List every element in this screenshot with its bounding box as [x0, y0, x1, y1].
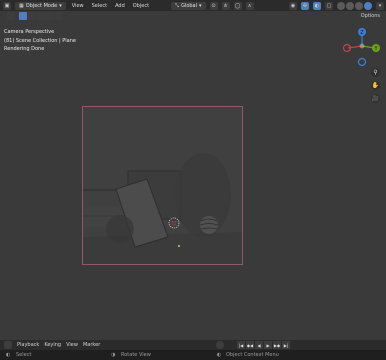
shading-solid-icon[interactable]: [346, 1, 354, 10]
mouse-right-icon: ◐: [217, 352, 222, 358]
select-mode-new-icon[interactable]: [19, 12, 27, 20]
object-mode-icon: ▦: [19, 2, 24, 9]
prev-key-icon[interactable]: ◆◀: [246, 341, 254, 349]
auto-keying-icon[interactable]: [216, 341, 224, 349]
shading-render-icon[interactable]: [364, 1, 372, 10]
select-mode-intersect-icon[interactable]: [55, 12, 63, 20]
collection-info: (81) Scene Collection | Plane: [4, 37, 76, 44]
timeline-header: Playback Keying View Marker |◀ ◆◀ ◀ ▶ ▶◆…: [0, 340, 386, 350]
viewport-header: ▣ ▦ Object Mode ▾ View Select Add Object…: [0, 0, 386, 11]
object-origin: [178, 245, 180, 247]
transform-orientation[interactable]: ⤡ Global ▾: [171, 1, 206, 10]
menu-timeline-view[interactable]: View: [66, 342, 78, 348]
rendered-scene: [83, 107, 242, 264]
mode-label: Object Mode: [25, 2, 58, 9]
chevron-down-icon: ▾: [59, 2, 62, 9]
tool-settings: [0, 11, 386, 21]
mouse-middle-icon: ◑: [111, 352, 116, 358]
viewport-text-overlay: Camera Perspective (81) Scene Collection…: [4, 28, 76, 54]
gizmo-icon[interactable]: ✣: [301, 1, 309, 10]
play-reverse-icon[interactable]: ◀: [255, 341, 263, 349]
camera-frame: [82, 106, 243, 265]
hand-icon[interactable]: ✋: [371, 81, 380, 90]
orientation-label: Global: [181, 2, 198, 9]
z-neg-handle: [357, 57, 367, 67]
options-button[interactable]: Options: [361, 13, 380, 19]
mode-dropdown[interactable]: ▦ Object Mode ▾: [15, 1, 66, 10]
rewind-icon[interactable]: |◀: [237, 341, 245, 349]
z-axis-label: Z: [360, 30, 364, 36]
shading-material-icon[interactable]: [355, 1, 363, 10]
visibility-icon[interactable]: ◉: [289, 1, 297, 10]
mouse-left-icon: ◐: [6, 352, 11, 358]
navigation-gizmo[interactable]: Z Y: [340, 24, 386, 70]
end-icon[interactable]: ▶|: [282, 341, 290, 349]
shading-group: [337, 1, 372, 10]
zoom-icon[interactable]: ⚲: [371, 68, 380, 77]
pivot-icon[interactable]: ⊙: [209, 1, 218, 10]
next-key-icon[interactable]: ▶◆: [273, 341, 281, 349]
status-select: Select: [16, 352, 32, 358]
menu-object[interactable]: Object: [131, 3, 151, 9]
menu-playback[interactable]: Playback: [17, 342, 39, 348]
proportional-icon[interactable]: ◯: [233, 1, 242, 10]
menu-keying[interactable]: Keying: [44, 342, 61, 348]
gizmo-center: [359, 43, 365, 49]
view-name: Camera Perspective: [4, 29, 55, 35]
transform-icon: ⤡: [175, 2, 180, 9]
status-context: Object Context Menu: [226, 352, 279, 358]
camera-icon[interactable]: 🎥: [371, 94, 380, 103]
status-rotate: Rotate View: [121, 352, 151, 358]
menu-select[interactable]: Select: [90, 3, 109, 9]
snap-icon[interactable]: ⋔: [221, 1, 230, 10]
status-bar: ◐ Select ◑ Rotate View ◐ Object Context …: [0, 350, 386, 360]
overlay-icon[interactable]: ◐: [313, 1, 321, 10]
menu-view[interactable]: View: [70, 3, 86, 9]
falloff-icon[interactable]: ∧: [245, 1, 254, 10]
editor-type-icon[interactable]: ▣: [3, 1, 11, 10]
select-mode-invert-icon[interactable]: [46, 12, 54, 20]
render-status: Rendering Done: [4, 46, 45, 52]
shading-options-icon[interactable]: ▾: [376, 1, 384, 10]
select-mode-extend-icon[interactable]: [28, 12, 36, 20]
menu-marker[interactable]: Marker: [83, 342, 100, 348]
shading-wire-icon[interactable]: [337, 1, 345, 10]
play-icon[interactable]: ▶: [264, 341, 272, 349]
timeline-editor-icon[interactable]: [4, 341, 12, 349]
tool-select-icon[interactable]: [7, 12, 15, 20]
xray-icon[interactable]: ▢: [325, 1, 333, 10]
chevron-down-icon: ▾: [199, 2, 202, 9]
playback-controls: |◀ ◆◀ ◀ ▶ ▶◆ ▶|: [237, 341, 290, 349]
3d-viewport[interactable]: ▣ ▦ Object Mode ▾ View Select Add Object…: [0, 0, 386, 340]
menu-add[interactable]: Add: [113, 3, 127, 9]
select-mode-subtract-icon[interactable]: [37, 12, 45, 20]
